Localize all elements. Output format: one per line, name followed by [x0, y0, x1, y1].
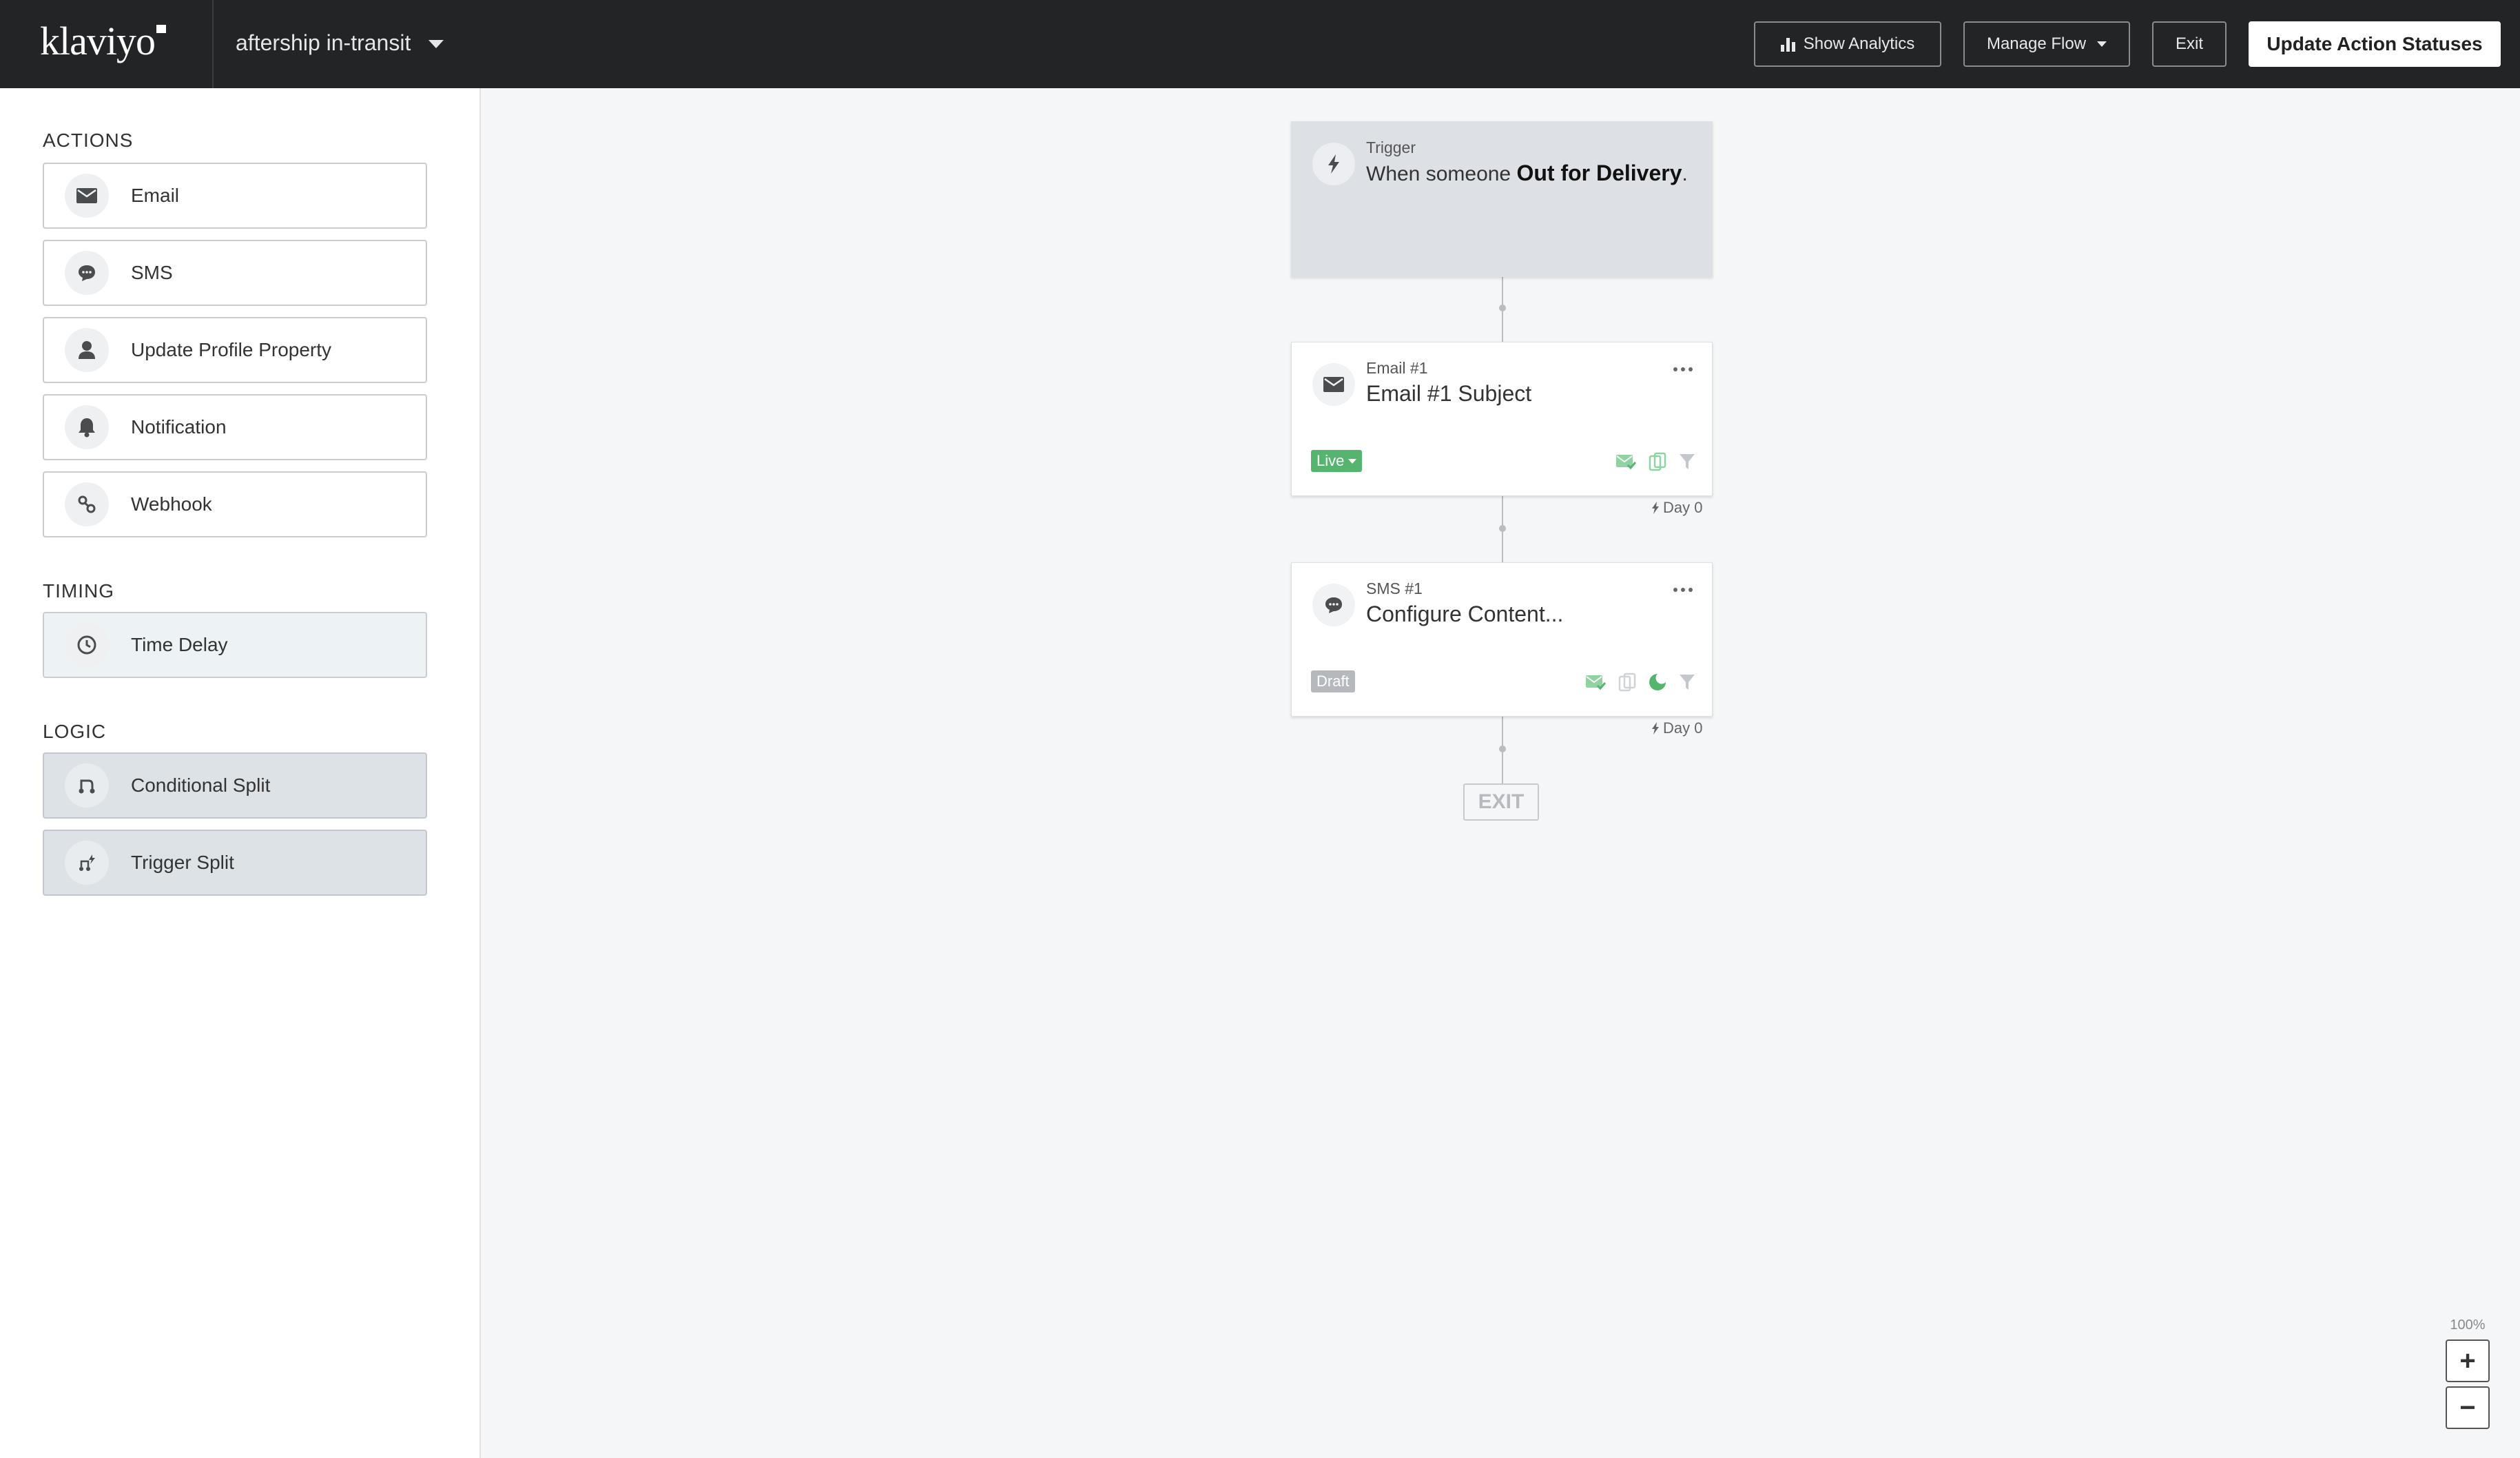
- sms-action-card[interactable]: SMS #1 Configure Content... Draft: [1291, 562, 1713, 717]
- actions-heading: ACTIONS: [43, 130, 134, 151]
- copy-icon[interactable]: [1649, 452, 1666, 475]
- actions-sidebar: ACTIONS Email SMS Update Profile Propert…: [0, 88, 481, 1458]
- lightning-icon: [1312, 143, 1355, 185]
- trigger-description: When someone Out for Delivery.: [1366, 161, 1688, 185]
- clock-icon: [65, 623, 109, 667]
- copy-icon[interactable]: [1618, 672, 1636, 695]
- flow-name[interactable]: aftership in-transit: [236, 30, 411, 56]
- sidebar-item-sms[interactable]: SMS: [43, 240, 427, 306]
- sidebar-item-label: Email: [131, 185, 180, 206]
- zoom-level: 100%: [2450, 1317, 2486, 1333]
- flow-canvas[interactable]: [482, 88, 2520, 1458]
- chat-bubble-icon: [1312, 584, 1355, 626]
- email-check-icon[interactable]: [1615, 453, 1637, 473]
- sidebar-item-update-profile-property[interactable]: Update Profile Property: [43, 317, 427, 383]
- filter-icon[interactable]: [1679, 673, 1695, 695]
- email-card-kind: Email #1: [1366, 359, 1428, 377]
- sms-delay-label: Day 0: [1651, 719, 1702, 737]
- sidebar-item-time-delay[interactable]: Time Delay: [43, 612, 427, 678]
- sidebar-item-email[interactable]: Email: [43, 163, 427, 229]
- trigger-kind: Trigger: [1366, 138, 1416, 156]
- trigger-event-name: Out for Delivery: [1516, 161, 1682, 185]
- trigger-split-icon: [65, 841, 109, 885]
- zoom-out-button[interactable]: −: [2446, 1386, 2490, 1429]
- show-analytics-button[interactable]: Show Analytics: [1754, 21, 1941, 67]
- filter-icon[interactable]: [1679, 453, 1695, 474]
- klaviyo-logo[interactable]: klaviyo: [40, 18, 166, 64]
- flow-exit-node: EXIT: [1463, 783, 1539, 821]
- connector-dot[interactable]: [1499, 305, 1506, 311]
- envelope-icon: [1312, 363, 1355, 406]
- timing-heading: TIMING: [43, 580, 114, 602]
- connector-dot[interactable]: [1499, 525, 1506, 532]
- lightning-icon: [1652, 722, 1659, 735]
- sidebar-item-label: SMS: [131, 262, 173, 283]
- flow-name-dropdown-icon[interactable]: [428, 40, 444, 48]
- lightning-icon: [1652, 502, 1659, 514]
- zoom-in-button[interactable]: +: [2446, 1339, 2490, 1382]
- person-icon: [65, 328, 109, 372]
- show-analytics-label: Show Analytics: [1803, 34, 1915, 53]
- sidebar-item-notification[interactable]: Notification: [43, 394, 427, 460]
- webhook-icon: [65, 482, 109, 526]
- logo-flag-icon: [156, 25, 166, 33]
- sidebar-item-label: Notification: [131, 416, 227, 438]
- sidebar-item-label: Conditional Split: [131, 774, 271, 796]
- status-badge-draft[interactable]: Draft: [1311, 670, 1355, 692]
- manage-flow-button[interactable]: Manage Flow: [1963, 21, 2130, 67]
- smart-sending-icon[interactable]: [1649, 673, 1666, 695]
- manage-flow-label: Manage Flow: [1986, 34, 2087, 53]
- top-bar: klaviyo aftership in-transit Show Analyt…: [0, 0, 2520, 88]
- email-action-card[interactable]: Email #1 Email #1 Subject Live: [1291, 342, 1713, 496]
- bell-icon: [65, 405, 109, 449]
- envelope-icon: [65, 174, 109, 218]
- sidebar-item-trigger-split[interactable]: Trigger Split: [43, 830, 427, 896]
- sidebar-item-label: Webhook: [131, 493, 212, 515]
- sidebar-item-label: Trigger Split: [131, 852, 234, 873]
- chevron-down-icon: [2097, 41, 2107, 47]
- trigger-card[interactable]: Trigger When someone Out for Delivery.: [1291, 121, 1713, 277]
- sidebar-item-webhook[interactable]: Webhook: [43, 471, 427, 537]
- email-card-title: Email #1 Subject: [1366, 381, 1532, 406]
- sms-card-title: Configure Content...: [1366, 602, 1564, 626]
- status-badge-live[interactable]: Live: [1311, 450, 1363, 472]
- more-options-icon[interactable]: [1673, 588, 1693, 592]
- split-icon: [65, 763, 109, 808]
- exit-button[interactable]: Exit: [2152, 21, 2227, 67]
- sidebar-item-label: Update Profile Property: [131, 339, 332, 360]
- header-divider: [212, 0, 214, 88]
- sidebar-item-label: Time Delay: [131, 634, 228, 655]
- more-options-icon[interactable]: [1673, 367, 1693, 371]
- bar-chart-icon: [1780, 37, 1795, 52]
- chevron-down-icon: [1348, 458, 1357, 464]
- update-action-statuses-button[interactable]: Update Action Statuses: [2249, 21, 2501, 67]
- email-check-icon[interactable]: [1585, 674, 1607, 694]
- email-delay-label: Day 0: [1651, 499, 1702, 517]
- sms-card-kind: SMS #1: [1366, 579, 1423, 597]
- connector-dot[interactable]: [1499, 746, 1506, 752]
- logic-heading: LOGIC: [43, 721, 107, 742]
- sidebar-item-conditional-split[interactable]: Conditional Split: [43, 752, 427, 819]
- chat-bubble-icon: [65, 251, 109, 295]
